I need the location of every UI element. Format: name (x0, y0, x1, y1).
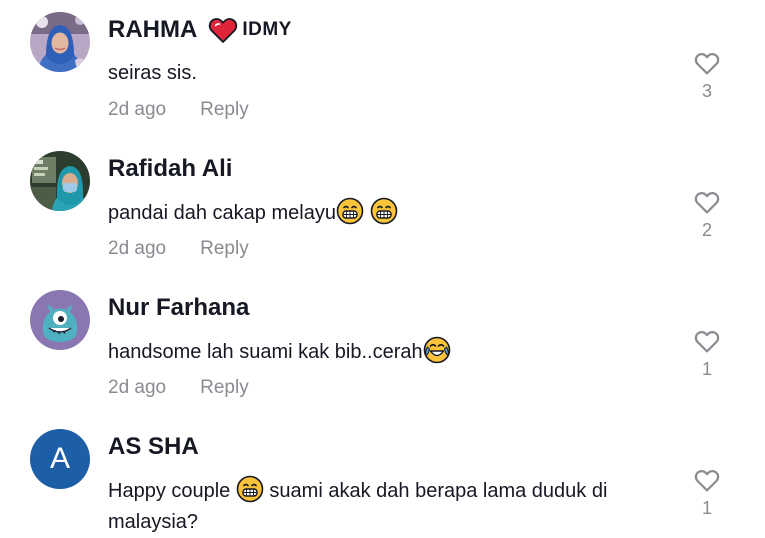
like-button[interactable]: 1 (690, 326, 724, 380)
comment-item: Nur Farhana handsome lah suami kak bib..… (0, 278, 765, 417)
like-count: 3 (701, 81, 712, 101)
reply-button[interactable]: Reply (200, 377, 249, 398)
comment-username[interactable]: AS SHA (108, 433, 199, 461)
like-count: 1 (701, 359, 712, 379)
grinning-face-emoji-icon (236, 475, 264, 503)
comment-item: Rafidah Ali pandai dah cakap melayu 2d a… (0, 139, 765, 278)
comment-time: 2d ago (108, 238, 167, 259)
grinning-face-emoji-icon (336, 197, 364, 225)
avatar[interactable] (30, 290, 90, 350)
heart-outline-icon (692, 187, 722, 217)
comment-item: A AS SHA Happy couple suami akak dah ber… (0, 417, 765, 538)
comment-item: RAHMA IDMY seiras sis. 2d ago Reply 3 (0, 0, 765, 139)
comment-text: handsome lah suami kak bib..cerah (108, 336, 628, 368)
comment-username[interactable]: Rafidah Ali (108, 155, 232, 183)
comment-text: pandai dah cakap melayu (108, 197, 628, 229)
heart-badge-icon (209, 18, 238, 43)
hijab-woman-photo-icon (30, 12, 90, 72)
tears-of-joy-emoji-icon (423, 336, 451, 364)
like-count: 2 (701, 220, 712, 240)
reply-button[interactable]: Reply (200, 99, 249, 120)
avatar[interactable] (30, 12, 90, 72)
comment-text: Happy couple suami akak dah berapa lama … (108, 475, 608, 538)
comment-time: 2d ago (108, 99, 167, 120)
avatar[interactable]: A (30, 429, 90, 489)
heart-outline-icon (692, 326, 722, 356)
comment-time: 2d ago (108, 377, 167, 398)
comment-username[interactable]: RAHMA IDMY (108, 16, 292, 44)
like-button[interactable]: 1 (690, 465, 724, 519)
comment-username[interactable]: Nur Farhana (108, 294, 249, 322)
like-count: 1 (701, 498, 712, 518)
heart-outline-icon (692, 48, 722, 78)
avatar[interactable] (30, 151, 90, 211)
reply-button[interactable]: Reply (200, 238, 249, 259)
comment-text: seiras sis. (108, 62, 197, 84)
like-button[interactable]: 3 (690, 48, 724, 102)
comment-meta: 2d ago Reply (108, 99, 249, 121)
woman-photo-icon (30, 151, 90, 211)
comment-list: RAHMA IDMY seiras sis. 2d ago Reply 3 Ra… (0, 0, 765, 538)
like-button[interactable]: 2 (690, 187, 724, 241)
comment-meta: 2d ago Reply (108, 377, 249, 399)
grinning-face-emoji-icon (370, 197, 398, 225)
monster-cartoon-icon (30, 290, 90, 350)
badge-label: IDMY (242, 19, 292, 40)
comment-meta: 2d ago Reply (108, 238, 249, 260)
heart-outline-icon (692, 465, 722, 495)
heart-badge: IDMY (207, 16, 292, 44)
